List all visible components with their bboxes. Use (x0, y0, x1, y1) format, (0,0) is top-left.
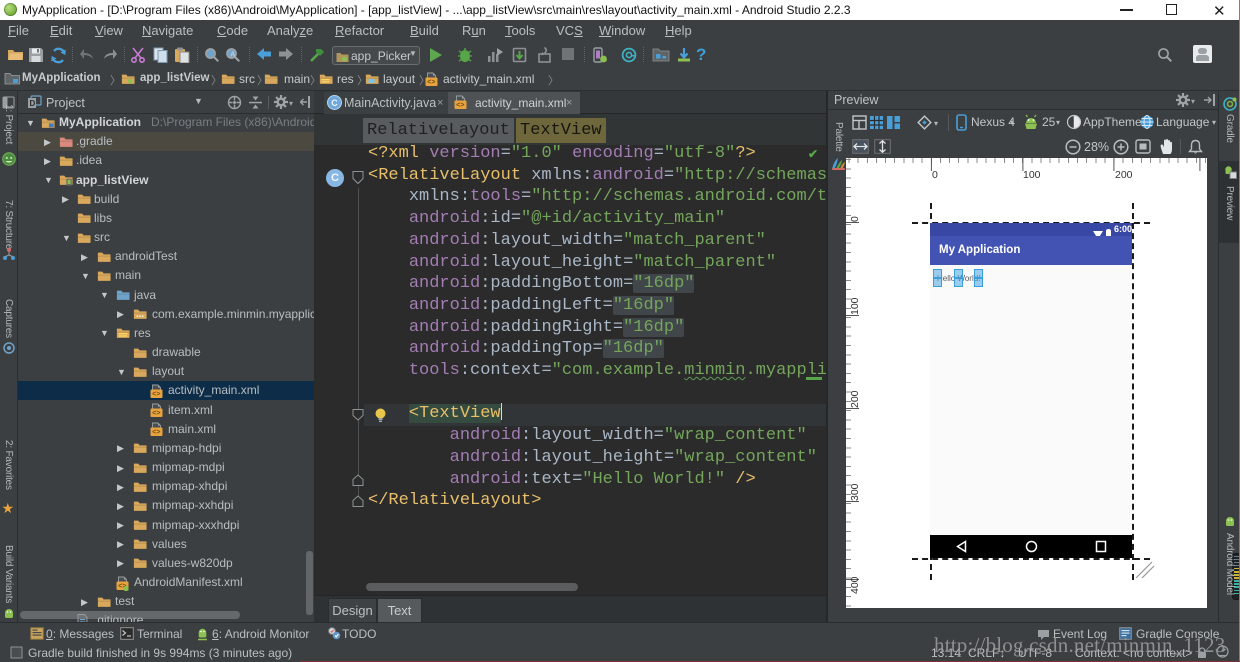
svg-text:A: A (230, 52, 235, 59)
svg-text:D: D (30, 99, 36, 108)
svg-text:<>: <> (456, 102, 464, 110)
svg-text:<>: <> (427, 79, 435, 87)
svg-text:<>: <> (152, 391, 160, 399)
svg-text:<>: <> (152, 429, 160, 437)
svg-text:<>: <> (152, 410, 160, 418)
svg-text:C: C (331, 98, 338, 108)
